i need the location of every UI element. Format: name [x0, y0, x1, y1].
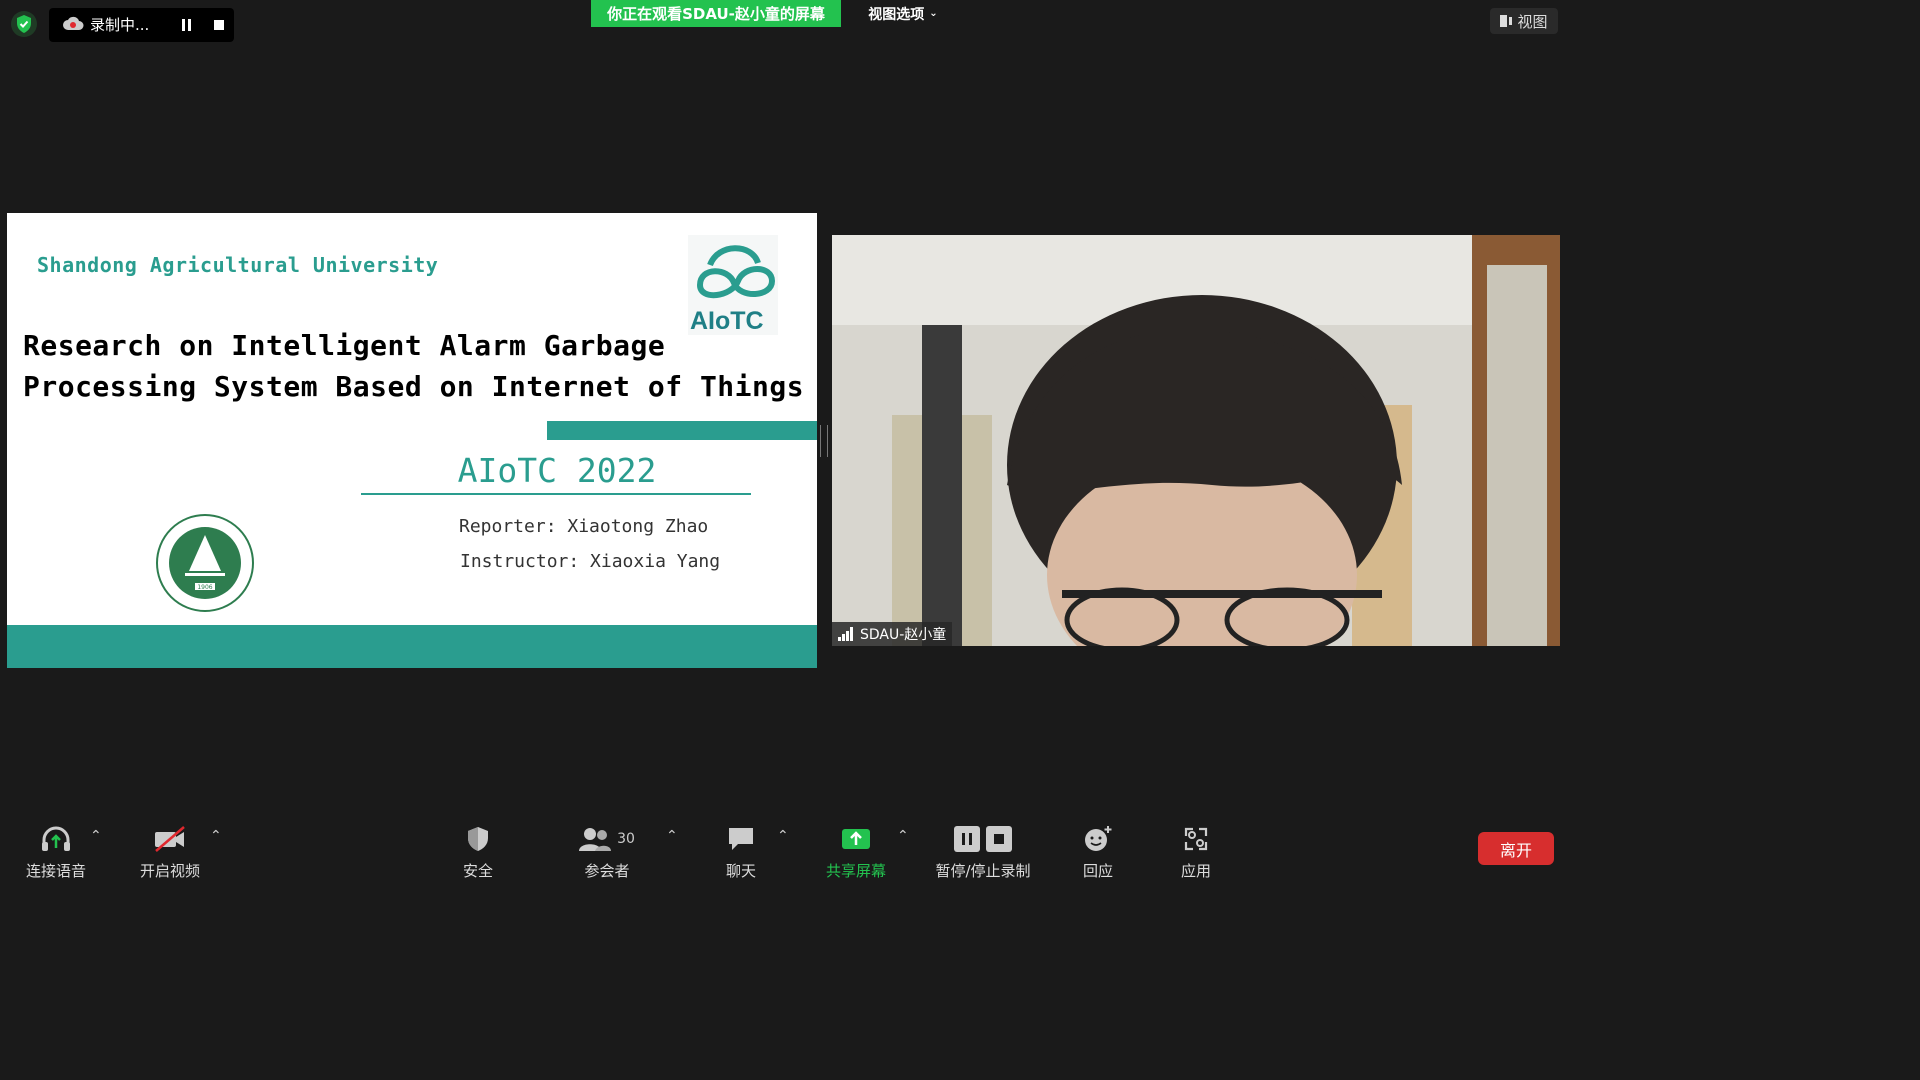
leave-button[interactable]: 离开 [1478, 832, 1554, 865]
join-audio-button[interactable]: 连接语音 [11, 822, 101, 881]
slide-title-line2: Processing System Based on Internet of T… [23, 370, 805, 403]
instructor-line: Instructor: Xiaoxia Yang [460, 551, 721, 572]
security-label: 安全 [462, 862, 493, 880]
stop-recording-button[interactable] [206, 10, 232, 40]
participant-name: SDAU-赵小童 [860, 627, 947, 643]
chat-label: 聊天 [725, 862, 756, 880]
seal-year: 1906 [197, 584, 212, 591]
view-options-label: 视图选项 [868, 6, 925, 23]
shared-screen-slide: Shandong Agricultural University Researc… [7, 213, 817, 668]
view-button[interactable]: 视图 [1490, 8, 1558, 34]
stop-icon [214, 20, 224, 30]
audio-options-caret[interactable]: ⌃ [90, 828, 102, 844]
security-button[interactable]: 安全 [433, 822, 523, 881]
shield-icon [433, 822, 523, 856]
participants-button[interactable]: 30 参会者 [562, 822, 652, 881]
participant-name-tag: SDAU-赵小童 [832, 622, 953, 646]
chevron-down-icon: ⌄ [929, 8, 938, 19]
chat-bubble-icon [696, 822, 786, 856]
headphones-icon [11, 822, 101, 856]
reporter-line: Reporter: Xiaotong Zhao [459, 516, 709, 537]
video-options-caret[interactable]: ⌃ [210, 828, 222, 844]
aiotc-logo-text: AIoTC [690, 307, 764, 335]
join-audio-label: 连接语音 [25, 862, 86, 880]
reactions-button[interactable]: 回应 [1053, 822, 1143, 881]
apps-button[interactable]: 应用 [1151, 822, 1241, 881]
conference-underline [361, 493, 751, 495]
start-video-button[interactable]: 开启视频 [125, 822, 215, 881]
reactions-label: 回应 [1082, 862, 1113, 880]
people-icon [579, 828, 612, 851]
participants-icon-row: 30 [562, 822, 652, 856]
share-screen-button[interactable]: 共享屏幕 [811, 822, 901, 881]
stop-icon [986, 826, 1012, 852]
participants-count: 30 [617, 831, 635, 847]
view-button-label: 视图 [1517, 12, 1548, 31]
pause-recording-button[interactable] [174, 10, 200, 40]
apps-label: 应用 [1180, 862, 1211, 880]
pause-icon [954, 826, 980, 852]
apps-icon [1151, 822, 1241, 856]
accent-bar [547, 421, 817, 440]
recording-controls-icon [928, 822, 1038, 856]
participants-options-caret[interactable]: ⌃ [666, 828, 678, 844]
chat-button[interactable]: 聊天 [696, 822, 786, 881]
share-options-caret[interactable]: ⌃ [897, 828, 909, 844]
layout-icon [1500, 15, 1513, 27]
security-shield-icon[interactable] [10, 10, 38, 38]
pause-stop-recording-button[interactable]: 暂停/停止录制 [928, 822, 1038, 881]
emoji-plus-icon [1053, 822, 1143, 856]
pause-stop-recording-label: 暂停/停止录制 [935, 862, 1031, 880]
chat-options-caret[interactable]: ⌃ [777, 828, 789, 844]
aiotc-logo: AIoTC [688, 235, 778, 335]
view-options-menu[interactable]: 视图选项 ⌄ [843, 0, 963, 27]
share-screen-label: 共享屏幕 [825, 862, 886, 880]
pause-icon [182, 19, 191, 31]
split-view-handle[interactable] [820, 425, 828, 457]
viewing-screen-banner: 你正在观看SDAU-赵小童的屏幕 [591, 0, 841, 27]
slide-title: Research on Intelligent Alarm Garbage Pr… [23, 325, 813, 407]
university-seal-icon: 1906 [155, 513, 255, 613]
video-off-icon [125, 822, 215, 856]
share-screen-icon [811, 822, 901, 856]
start-video-label: 开启视频 [139, 862, 200, 880]
recording-status: 录制中... [90, 16, 150, 34]
slide-university: Shandong Agricultural University [37, 253, 439, 277]
conference-name: AIoTC 2022 [457, 451, 657, 490]
cloud-recording-icon [62, 14, 84, 34]
signal-strength-icon [838, 627, 853, 641]
participants-label: 参会者 [584, 862, 630, 880]
slide-footer-bar [7, 625, 817, 668]
participant-video [832, 235, 1560, 646]
